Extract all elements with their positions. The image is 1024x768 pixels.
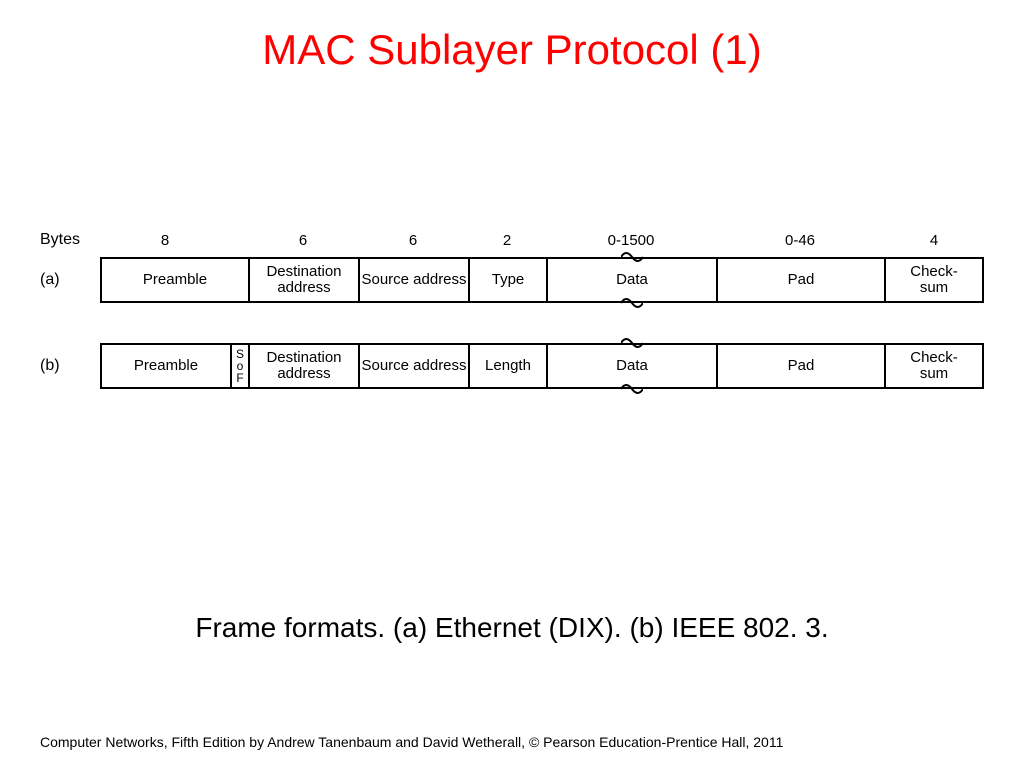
field-text: Pad (788, 272, 815, 289)
bytes-label: Bytes (40, 231, 100, 249)
field-type-a: Type (468, 257, 546, 303)
frame-diagram: Bytes 8 6 6 2 0-1500 0-46 4 (a) Preamble… (40, 225, 984, 389)
field-src-a: Source address (358, 257, 468, 303)
byte-counts-row: Bytes 8 6 6 2 0-1500 0-46 4 (40, 225, 984, 255)
sof-letter: F (236, 372, 243, 384)
field-text: Data (616, 272, 648, 289)
field-dest-a: Destination address (248, 257, 358, 303)
row-label-a: (a) (40, 271, 100, 289)
field-preamble-b: Preamble (100, 343, 230, 389)
field-text: Preamble (143, 272, 207, 289)
frame-row-b: (b) Preamble S o F Destination address S… (40, 343, 984, 389)
break-mark-icon (621, 337, 643, 349)
byte-count: 6 (358, 232, 468, 249)
field-text: Source address (361, 272, 466, 289)
field-pad-b: Pad (716, 343, 884, 389)
field-text: Source address (361, 358, 466, 375)
field-text: Data (616, 358, 648, 375)
byte-count: 0-1500 (546, 232, 716, 249)
figure-caption: Frame formats. (a) Ethernet (DIX). (b) I… (0, 612, 1024, 644)
field-pad-a: Pad (716, 257, 884, 303)
byte-count: 0-46 (716, 232, 884, 249)
field-text: Destination address (250, 350, 358, 383)
row-gap (40, 303, 984, 341)
field-text: Type (492, 272, 525, 289)
field-preamble-a: Preamble (100, 257, 248, 303)
field-src-b: Source address (358, 343, 468, 389)
field-text: Check- sum (910, 350, 958, 383)
field-data-b: Data (546, 343, 716, 389)
field-text: Check- sum (910, 264, 958, 297)
field-text: Destination address (250, 264, 358, 297)
field-data-a: Data (546, 257, 716, 303)
field-checksum-b: Check- sum (884, 343, 984, 389)
break-mark-icon (621, 251, 643, 263)
break-mark-icon (621, 297, 643, 309)
frame-row-a: (a) Preamble Destination address Source … (40, 257, 984, 303)
field-text: Length (485, 358, 531, 375)
byte-count: 8 (100, 232, 230, 249)
field-text: Preamble (134, 358, 198, 375)
slide-footer: Computer Networks, Fifth Edition by Andr… (40, 734, 783, 750)
break-mark-icon (621, 383, 643, 395)
field-length-b: Length (468, 343, 546, 389)
byte-count: 4 (884, 232, 984, 249)
byte-count: 2 (468, 232, 546, 249)
field-checksum-a: Check- sum (884, 257, 984, 303)
slide: MAC Sublayer Protocol (1) Bytes 8 6 6 2 … (0, 0, 1024, 768)
byte-count: 6 (248, 232, 358, 249)
row-label-b: (b) (40, 357, 100, 375)
field-sof-b: S o F (230, 343, 248, 389)
field-text: Pad (788, 358, 815, 375)
field-dest-b: Destination address (248, 343, 358, 389)
spacer (230, 225, 248, 255)
slide-title: MAC Sublayer Protocol (1) (0, 26, 1024, 74)
